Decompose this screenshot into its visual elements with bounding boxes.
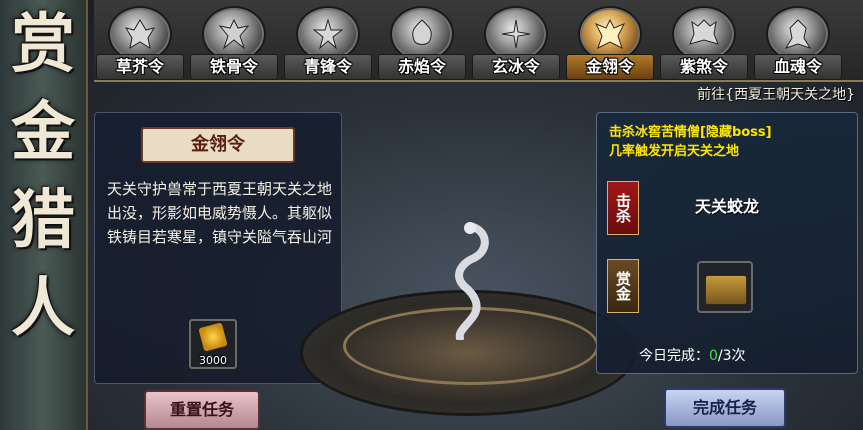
progress-total: /3次 [717, 348, 746, 364]
progress-done-count: 0 [709, 348, 718, 364]
kill-tag: 击杀 [607, 181, 639, 235]
trigger-line: 击杀冰窖苦情僧[隐藏boss] [609, 125, 772, 140]
title-char: 人 [11, 271, 75, 346]
tab-label: 赤焰令 [378, 54, 466, 80]
tab-jinling[interactable]: 金翎令 [566, 4, 654, 80]
destination-link[interactable]: 前往{西夏王朝天关之地} [610, 84, 855, 106]
tab-tiegu[interactable]: 铁骨令 [190, 4, 278, 80]
dragon-icon [455, 222, 489, 340]
token-description: 天关守护兽常于西夏王朝天关之地出没，形影如电威势慑人。其躯似铁铸目若寒星，镇守关… [107, 180, 333, 246]
title-char: 金 [11, 95, 75, 170]
trigger-line: 几率触发开启天关之地 [609, 144, 740, 159]
target-name: 天关蛟龙 [694, 197, 759, 216]
treasure-chest-icon [705, 275, 747, 305]
trigger-condition: 击杀冰窖苦情僧[隐藏boss] 几率触发开启天关之地 [609, 123, 849, 161]
reward-item-slot[interactable]: 3000 [189, 319, 237, 369]
tab-zisha[interactable]: 紫煞令 [660, 4, 748, 80]
tab-label: 青锋令 [284, 54, 372, 80]
tab-caojie[interactable]: 草芥令 [96, 4, 184, 80]
tab-label: 紫煞令 [660, 54, 748, 80]
tab-label: 铁骨令 [190, 54, 278, 80]
token-tab-bar: 草芥令 铁骨令 青锋令 赤焰令 玄冰令 金翎令 紫煞令 血魂令 [94, 0, 863, 82]
tab-chiyan[interactable]: 赤焰令 [378, 4, 466, 80]
tab-label: 玄冰令 [472, 54, 560, 80]
tab-label: 草芥令 [96, 54, 184, 80]
treasure-chest-slot[interactable] [697, 261, 753, 313]
title-char: 赏 [11, 7, 75, 82]
progress-label: 今日完成： [639, 348, 709, 364]
tab-label: 血魂令 [754, 54, 842, 80]
gold-scroll-icon [198, 322, 228, 352]
reward-tag: 赏金 [607, 259, 639, 313]
target-info-panel: 击杀冰窖苦情僧[隐藏boss] 几率触发开启天关之地 击杀 天关蛟龙 赏金 今日… [596, 112, 858, 374]
daily-progress: 今日完成：0/3次 [639, 345, 839, 365]
bounty-hunter-window: 赏 金 猎 人 草芥令 铁骨令 青锋令 赤焰令 玄冰令 金翎令 紫煞令 血魂令 … [0, 0, 863, 430]
tab-xuanbing[interactable]: 玄冰令 [472, 4, 560, 80]
token-title: 金翎令 [141, 127, 295, 163]
reset-task-button[interactable]: 重置任务 [144, 390, 260, 430]
tab-qingfeng[interactable]: 青锋令 [284, 4, 372, 80]
reward-quantity: 3000 [199, 354, 227, 367]
complete-task-button[interactable]: 完成任务 [664, 388, 786, 428]
title-banner: 赏 金 猎 人 [0, 0, 88, 430]
tab-xuehun[interactable]: 血魂令 [754, 4, 842, 80]
tab-label: 金翎令 [566, 54, 654, 80]
title-char: 猎 [11, 183, 75, 258]
